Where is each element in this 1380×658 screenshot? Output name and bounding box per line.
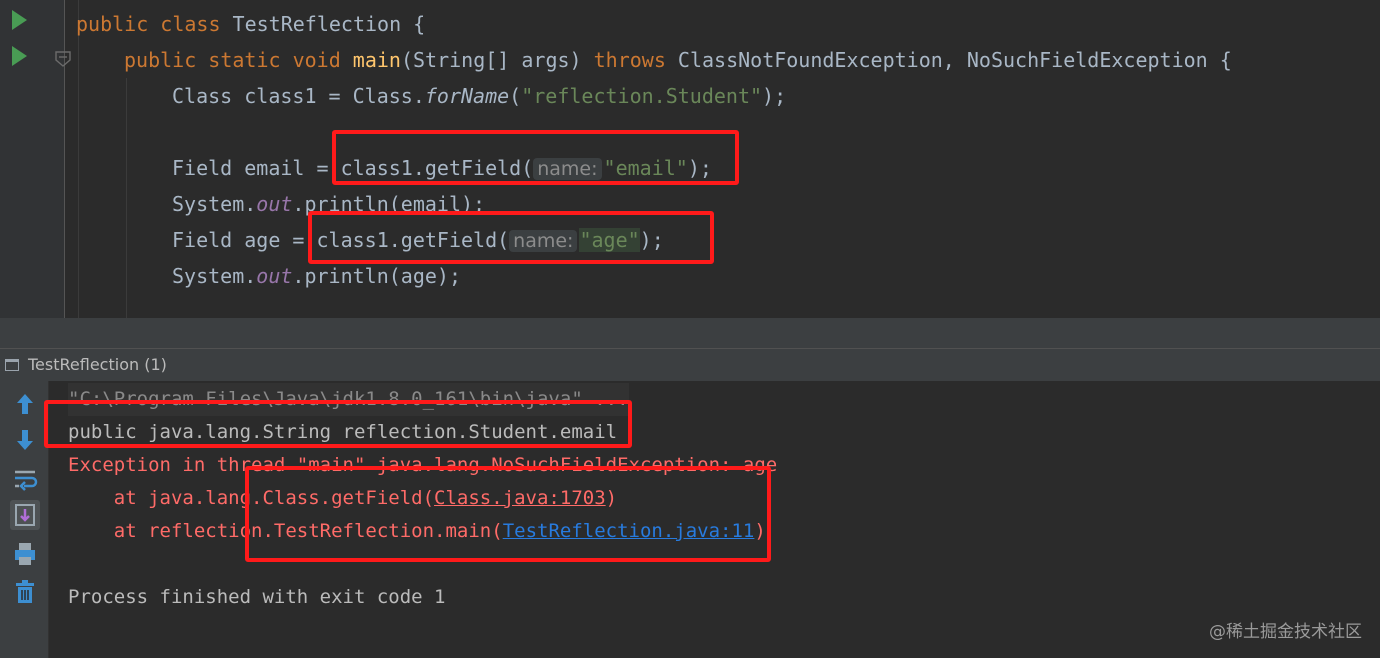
- static-field-token: out: [256, 264, 293, 288]
- keyword-token: public static void: [124, 48, 353, 72]
- string-literal: "reflection.Student": [521, 84, 763, 108]
- editor-gutter: [0, 0, 65, 318]
- static-field-token: out: [256, 192, 293, 216]
- annotation-box-email: [332, 130, 739, 185]
- code-text: );: [762, 84, 787, 108]
- annotation-box-output: [44, 400, 632, 448]
- code-text: System.: [172, 192, 257, 216]
- code-line-class-declaration: public class TestReflection {: [76, 6, 425, 42]
- method-name-token: main: [352, 48, 401, 72]
- code-line-forname: Class class1 = Class.forName("reflection…: [172, 78, 786, 114]
- throws-keyword-token: throws: [593, 48, 666, 72]
- run-main-icon[interactable]: [12, 46, 27, 66]
- run-tab-icon: [5, 359, 19, 371]
- up-arrow-icon[interactable]: [10, 389, 40, 419]
- soft-wrap-icon[interactable]: [10, 463, 40, 493]
- code-text: (: [509, 84, 522, 108]
- class-name-token: TestReflection: [232, 12, 402, 36]
- run-toolbar: [0, 381, 49, 658]
- code-text: System.: [172, 264, 257, 288]
- brace-token: {: [401, 12, 426, 36]
- method-name-token: forName: [424, 84, 510, 108]
- exceptions-token: ClassNotFoundException, NoSuchFieldExcep…: [665, 48, 1232, 72]
- console-exit-line: Process finished with exit code 1: [68, 586, 446, 608]
- scroll-to-end-icon[interactable]: [10, 500, 40, 530]
- indent-guide: [78, 0, 79, 318]
- code-line-main-method: public static void main(String[] args) t…: [124, 42, 1232, 78]
- code-text: .println(age);: [292, 264, 461, 288]
- down-arrow-icon[interactable]: [10, 425, 40, 455]
- run-tab-title[interactable]: TestReflection (1): [28, 349, 167, 381]
- annotation-box-trace: [245, 466, 771, 562]
- fold-icon[interactable]: [55, 51, 71, 67]
- indent-guide: [126, 78, 127, 318]
- run-tool-window-header: TestReflection (1): [0, 348, 1380, 382]
- trash-icon[interactable]: [10, 577, 40, 607]
- annotation-box-age: [308, 211, 714, 264]
- keyword-token: public class: [76, 12, 233, 36]
- params-token: (String[] args): [400, 48, 594, 72]
- code-text: Class class1 = Class.: [172, 84, 425, 108]
- print-icon[interactable]: [10, 539, 40, 569]
- tool-window-splitter[interactable]: [0, 318, 1380, 348]
- run-class-icon[interactable]: [12, 10, 27, 30]
- watermark: @稀土掘金技术社区: [1209, 622, 1362, 642]
